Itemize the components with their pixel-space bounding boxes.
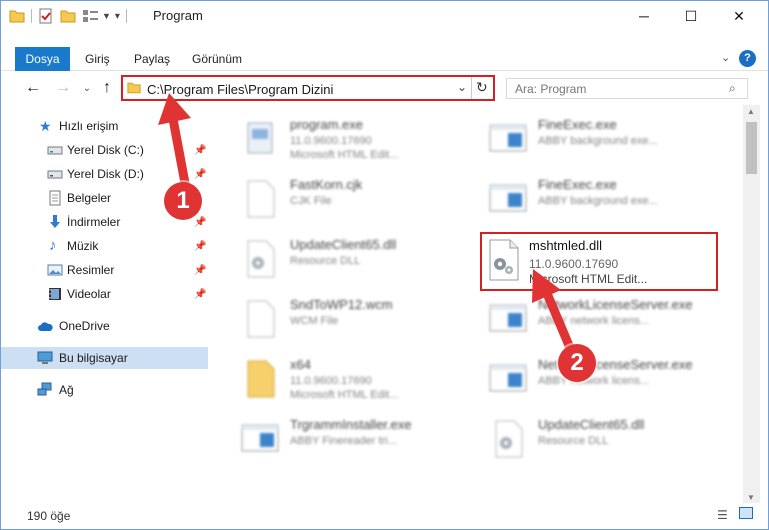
explorer-window: ▼ ▾ Program ─ ☐ ✕ Dosya Giriş Paylaş Gör…: [0, 0, 769, 530]
step-1-marker: 1: [164, 182, 202, 220]
annotation-arrows: [158, 93, 578, 360]
step-2-marker: 2: [558, 344, 596, 382]
arrow-1-head: [158, 93, 191, 125]
arrow-1: [168, 114, 190, 188]
